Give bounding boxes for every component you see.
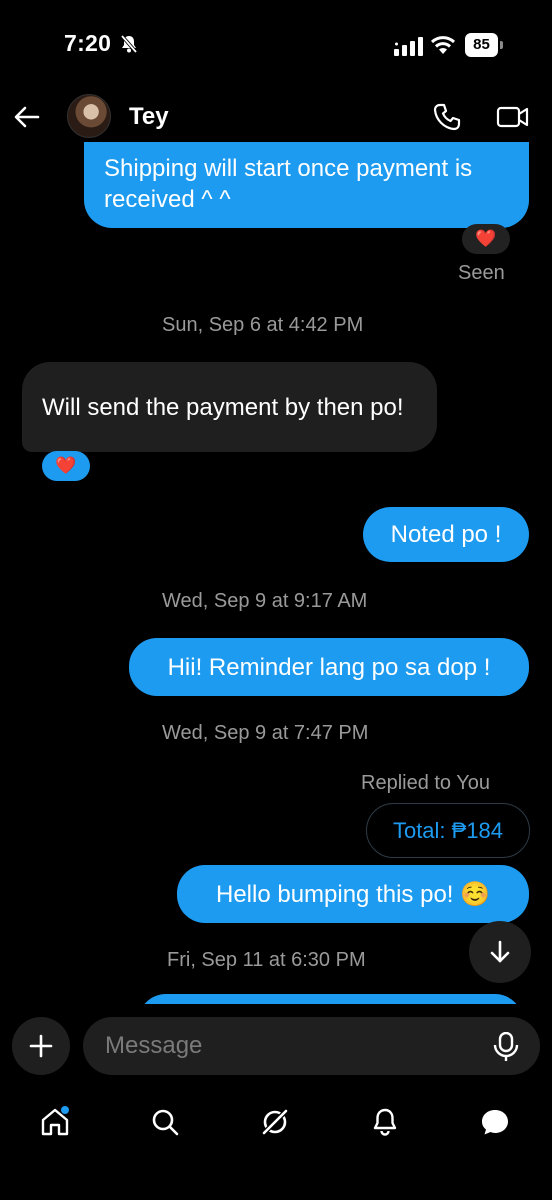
message-text: Hii! Reminder lang po sa dop ! (167, 653, 491, 681)
message-input[interactable] (83, 1017, 540, 1075)
message-text: Noted po ! (390, 521, 502, 548)
quoted-message[interactable]: Total: ₱184 (366, 803, 530, 858)
message-bubble-outgoing-partial[interactable] (138, 994, 523, 1004)
timestamp: Wed, Sep 9 at 9:17 AM (162, 590, 368, 612)
message-bubble-outgoing[interactable]: Shipping will start once payment is rece… (84, 142, 529, 228)
message-text: Shipping will start once payment is rece… (104, 155, 473, 213)
nav-notifications[interactable] (365, 1102, 405, 1142)
message-bubble-outgoing[interactable]: Noted po ! (363, 507, 529, 562)
status-time: 7:20 (64, 30, 112, 56)
message-bubble-incoming[interactable]: Will send the payment by then po! (22, 362, 437, 452)
timestamp: Fri, Sep 11 at 6:30 PM (167, 949, 366, 971)
add-media-button[interactable] (12, 1017, 70, 1075)
wifi-icon (430, 36, 456, 54)
timestamp: Wed, Sep 9 at 7:47 PM (162, 722, 369, 744)
message-text: Will send the payment by then po! (42, 393, 404, 421)
notification-dot (61, 1106, 69, 1114)
seen-status: Seen (458, 262, 505, 284)
battery-level: 85 (465, 33, 498, 57)
signal-icon (394, 37, 423, 56)
nav-home[interactable] (35, 1102, 75, 1142)
scroll-to-bottom-button[interactable] (469, 921, 531, 983)
search-icon (152, 1109, 179, 1136)
reaction-emoji: ❤️ (55, 456, 77, 475)
replied-label: Replied to You (361, 772, 491, 794)
chat-header: Tey (0, 90, 552, 142)
bell-mute-icon (120, 34, 138, 54)
quoted-text: Total: ₱184 (392, 817, 504, 843)
battery-tip (500, 41, 503, 49)
plus-icon (29, 1034, 53, 1058)
message-composer (0, 1004, 552, 1088)
chat-bubble-icon (482, 1110, 508, 1135)
avatar[interactable] (67, 94, 111, 138)
grok-icon (261, 1108, 289, 1136)
contact-name[interactable]: Tey (129, 103, 169, 131)
video-call-icon[interactable] (496, 102, 530, 132)
status-bar: 7:20 85 (0, 0, 552, 90)
heart-reaction-icon[interactable]: ❤️ (462, 224, 510, 254)
microphone-icon[interactable] (492, 1032, 520, 1062)
back-arrow-icon[interactable] (12, 102, 42, 132)
nav-messages[interactable] (475, 1102, 515, 1142)
phone-call-icon[interactable] (432, 102, 462, 132)
reaction-emoji: ❤️ (475, 229, 497, 248)
timestamp: Sun, Sep 6 at 4:42 PM (162, 314, 364, 336)
message-bubble-outgoing[interactable]: Hello bumping this po! ☺️ (177, 865, 529, 923)
heart-reaction-icon[interactable]: ❤️ (42, 451, 90, 481)
nav-grok[interactable] (255, 1102, 295, 1142)
message-bubble-outgoing[interactable]: Hii! Reminder lang po sa dop ! (129, 638, 529, 696)
message-text: Hello bumping this po! ☺️ (215, 880, 491, 908)
battery-indicator: 85 (465, 33, 503, 57)
message-list[interactable]: Shipping will start once payment is rece… (0, 142, 552, 1004)
nav-search[interactable] (145, 1102, 185, 1142)
bell-icon (373, 1108, 397, 1136)
arrow-down-icon (490, 940, 510, 963)
bottom-navigation (0, 1088, 552, 1200)
